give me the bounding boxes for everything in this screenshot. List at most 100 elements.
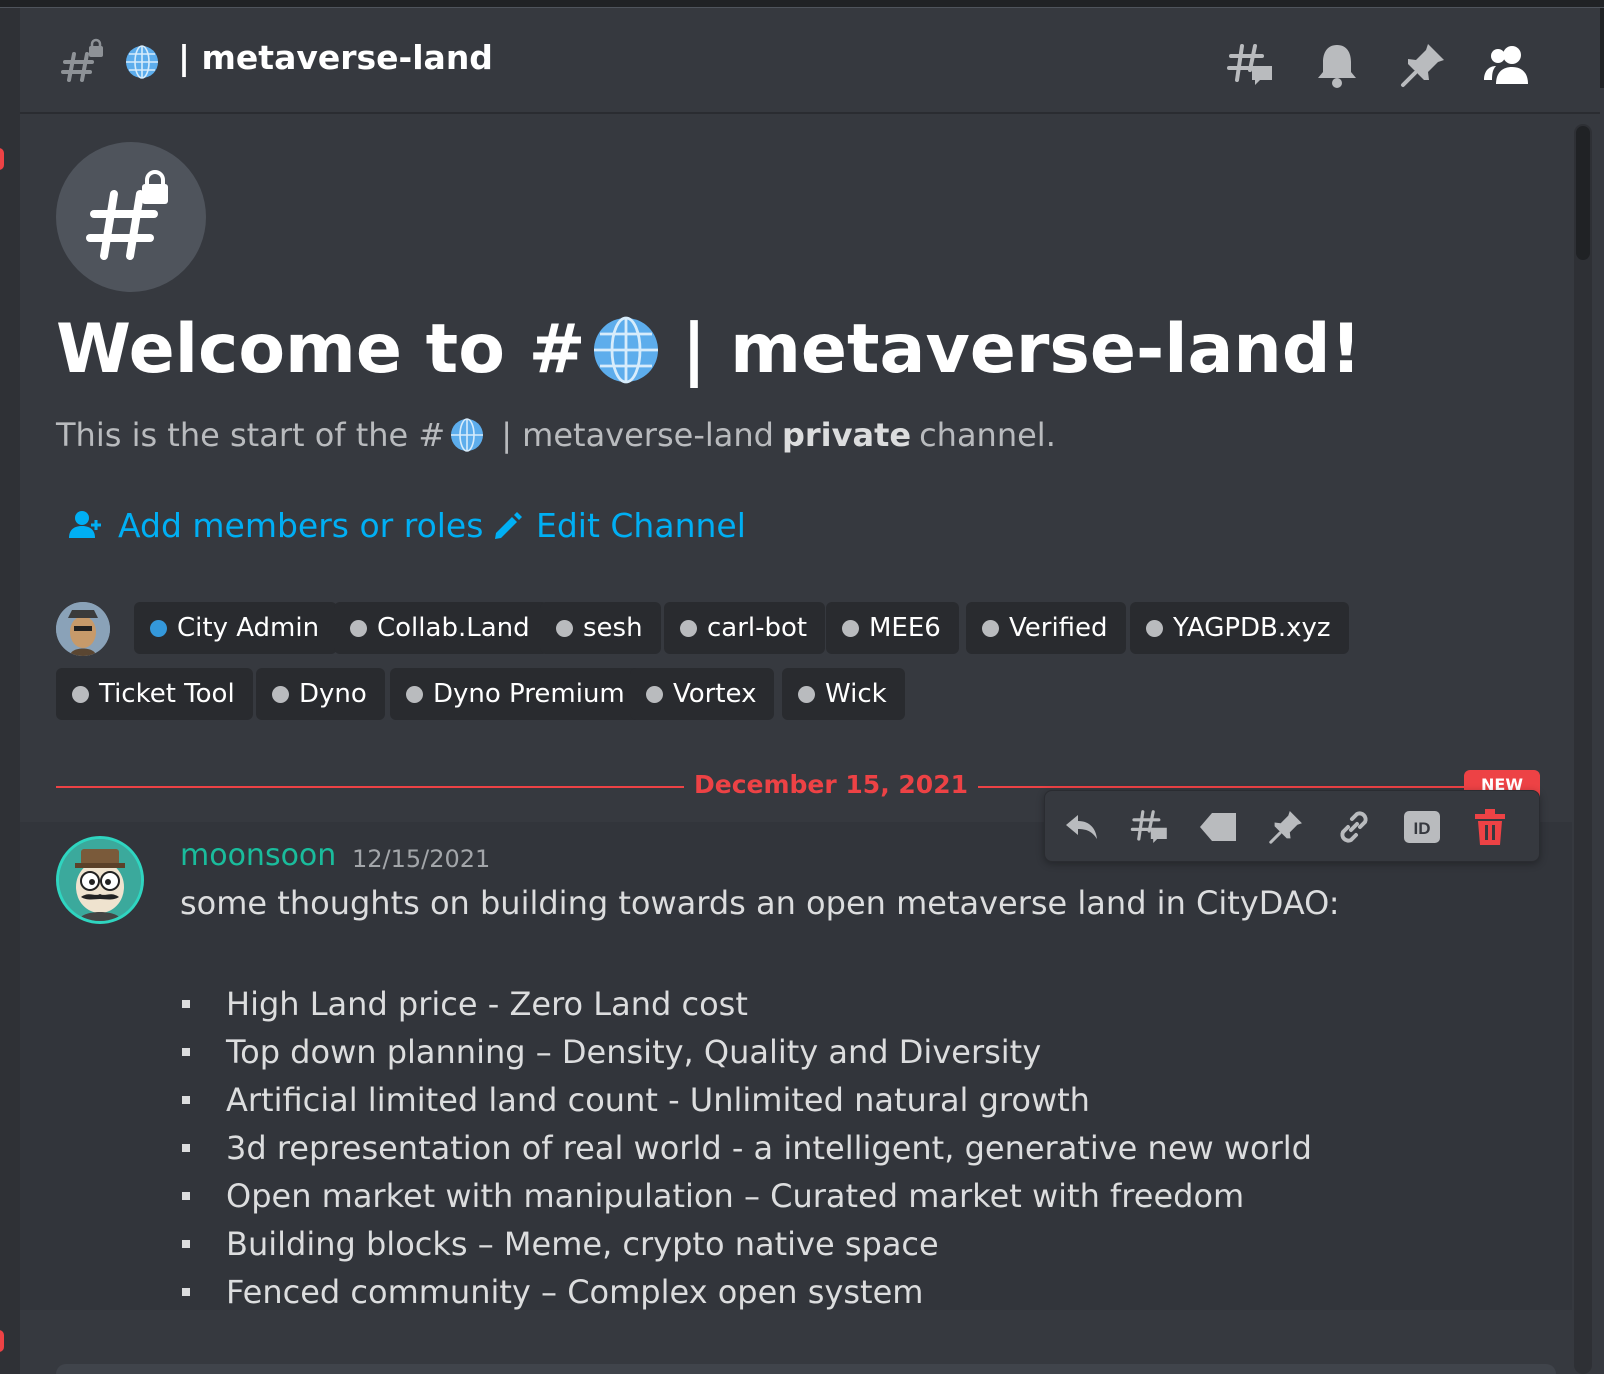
role-chip[interactable]: MEE6: [826, 602, 959, 654]
create-thread-button[interactable]: [1125, 802, 1175, 852]
role-chip[interactable]: Vortex: [630, 668, 775, 720]
member-avatar[interactable]: [56, 602, 110, 656]
members-icon[interactable]: [1482, 40, 1532, 90]
scrollbar-thumb[interactable]: [1576, 126, 1590, 260]
role-chip[interactable]: City Admin: [134, 602, 338, 654]
list-item: Artificial limited land count - Unlimite…: [180, 1076, 1312, 1124]
scrollbar[interactable]: [1574, 124, 1592, 1374]
date-divider-label: December 15, 2021: [684, 770, 978, 799]
role-color-dot: [798, 685, 815, 703]
add-member-icon: [69, 510, 101, 538]
role-label: sesh: [583, 613, 643, 643]
pin-icon[interactable]: [1398, 40, 1448, 90]
subtitle-channel: | metaverse-land: [501, 416, 774, 454]
welcome-subtitle: This is the start of the # | metaverse-l…: [56, 416, 1056, 454]
unread-indicator: [0, 1330, 4, 1352]
delete-message-button[interactable]: [1465, 802, 1515, 852]
delete-icon: [1475, 809, 1505, 845]
role-chip[interactable]: Wick: [782, 668, 905, 720]
list-item: High Land price - Zero Land cost: [180, 980, 1312, 1028]
role-chip[interactable]: carl-bot: [664, 602, 826, 654]
window-top-bar: [0, 0, 1604, 8]
role-chip[interactable]: Collab.Land: [334, 602, 548, 654]
copy-id-button[interactable]: ID: [1397, 802, 1447, 852]
role-color-dot: [350, 619, 367, 637]
role-label: carl-bot: [707, 613, 808, 643]
pencil-icon: [495, 511, 522, 539]
threads-icon[interactable]: [1226, 40, 1276, 90]
message-actions-toolbar: ID: [1044, 790, 1540, 862]
role-color-dot: [982, 619, 999, 637]
role-label: Collab.Land: [377, 613, 530, 643]
unread-indicator: [0, 148, 4, 170]
list-item: 3d representation of real world - a inte…: [180, 1124, 1312, 1172]
role-label: City Admin: [177, 613, 320, 643]
role-label: MEE6: [869, 613, 941, 643]
subtitle-suffix: channel.: [919, 416, 1056, 454]
message-intro: some thoughts on building towards an ope…: [180, 884, 1340, 922]
role-color-dot: [680, 619, 697, 637]
role-chip[interactable]: Dyno: [256, 668, 385, 720]
edit-channel-button[interactable]: Edit Channel: [492, 506, 746, 545]
role-label: Ticket Tool: [99, 679, 235, 709]
role-color-dot: [556, 619, 573, 637]
welcome-heading: Welcome to # | metaverse-land!: [56, 310, 1362, 389]
add-members-label: Add members or roles: [118, 506, 484, 545]
role-chip[interactable]: YAGPDB.xyz: [1130, 602, 1349, 654]
link-icon: [1340, 811, 1368, 843]
tag-icon: [1200, 813, 1236, 841]
role-color-dot: [406, 685, 423, 703]
edit-channel-label: Edit Channel: [536, 506, 746, 545]
role-chip[interactable]: Verified: [966, 602, 1126, 654]
role-label: Dyno Premium: [433, 679, 625, 709]
globe-emoji-icon: [451, 418, 484, 452]
channel-icon-large: [56, 142, 206, 292]
subtitle-private: private: [781, 416, 912, 454]
list-item: Top down planning – Density, Quality and…: [180, 1028, 1312, 1076]
reply-button[interactable]: [1057, 802, 1107, 852]
welcome-heading-prefix: Welcome to #: [56, 310, 586, 389]
mark-unread-button[interactable]: [1193, 802, 1243, 852]
role-label: Wick: [825, 679, 887, 709]
globe-emoji-icon: [593, 316, 658, 383]
list-item: Building blocks – Meme, crypto native sp…: [180, 1220, 1312, 1268]
role-color-dot: [72, 685, 89, 703]
role-chip[interactable]: sesh: [540, 602, 661, 654]
role-label: YAGPDB.xyz: [1173, 613, 1331, 643]
bell-icon[interactable]: [1312, 40, 1362, 90]
role-label: Vortex: [673, 679, 757, 709]
pin-icon: [1269, 811, 1302, 844]
private-channel-icon: [86, 170, 168, 260]
message-timestamp: 12/15/2021: [352, 845, 491, 873]
author-avatar[interactable]: [56, 836, 144, 924]
role-label: Dyno: [299, 679, 367, 709]
server-sidebar-edge: [0, 8, 20, 1374]
id-icon: ID: [1404, 811, 1440, 843]
message-author[interactable]: moonsoon: [180, 838, 336, 873]
message-input-edge[interactable]: [56, 1364, 1556, 1374]
role-color-dot: [150, 619, 167, 637]
thread-icon: [1130, 810, 1167, 843]
pin-message-button[interactable]: [1261, 802, 1311, 852]
copy-link-button[interactable]: [1329, 802, 1379, 852]
channel-title: | metaverse-land: [178, 38, 493, 77]
list-item: Open market with manipulation – Curated …: [180, 1172, 1312, 1220]
member-list-edge: [1600, 8, 1604, 88]
reply-icon: [1066, 815, 1097, 839]
list-item: Fenced community – Complex open system: [180, 1268, 1312, 1316]
svg-text:ID: ID: [1414, 819, 1431, 838]
subtitle-prefix: This is the start of the #: [56, 416, 446, 454]
welcome-heading-suffix: | metaverse-land!: [681, 310, 1362, 389]
role-chip[interactable]: Dyno Premium: [390, 668, 643, 720]
role-chip[interactable]: Ticket Tool: [56, 668, 253, 720]
globe-emoji-icon: [126, 45, 158, 79]
role-color-dot: [1146, 619, 1163, 637]
message-bullet-list: High Land price - Zero Land cost Top down…: [180, 980, 1312, 1316]
channel-header: | metaverse-land: [20, 8, 1600, 114]
role-color-dot: [842, 619, 859, 637]
role-color-dot: [272, 685, 289, 703]
role-color-dot: [646, 685, 663, 703]
add-members-button[interactable]: Add members or roles: [68, 506, 483, 545]
role-label: Verified: [1009, 613, 1108, 643]
private-channel-icon: [61, 38, 103, 82]
